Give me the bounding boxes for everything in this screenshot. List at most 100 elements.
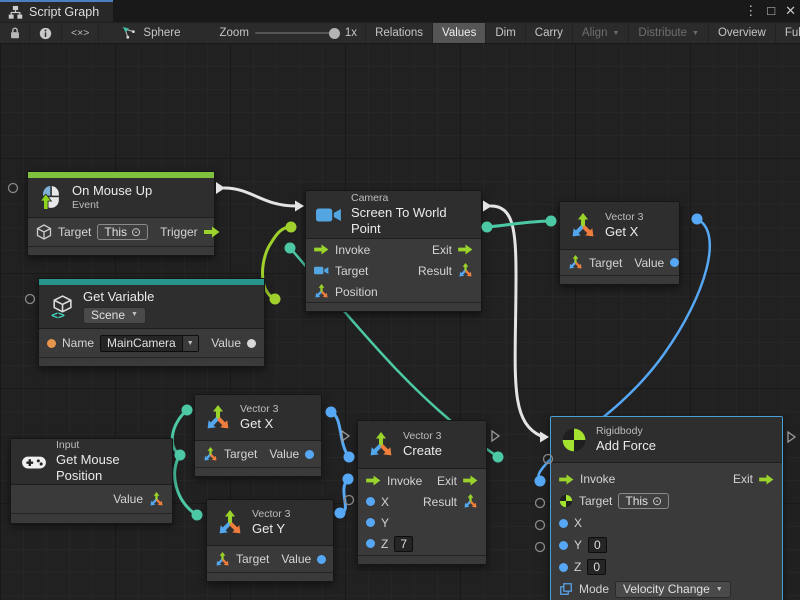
- z-port-dot[interactable]: [559, 563, 568, 572]
- tab-script-graph[interactable]: Script Graph: [0, 0, 113, 22]
- zoom-slider[interactable]: [255, 32, 339, 34]
- target-port-label[interactable]: Target: [335, 264, 368, 278]
- value-port-label[interactable]: Value: [211, 336, 241, 350]
- z-port-label[interactable]: Z: [381, 537, 388, 551]
- kind-value: Scene: [91, 308, 125, 323]
- node-vector3-create[interactable]: Vector 3 Create Invoke Exit X Result: [357, 420, 487, 565]
- zoom-slider-handle[interactable]: [329, 28, 340, 39]
- wire-variable-to-camera-target[interactable]: [263, 227, 292, 299]
- node-get-mouse-position[interactable]: Input Get Mouse Position Value: [10, 438, 173, 524]
- dropdown-button[interactable]: ▼: [182, 336, 198, 351]
- value-port-label[interactable]: Value: [634, 256, 664, 270]
- wire-gety-to-create-y[interactable]: [340, 479, 348, 513]
- node-vector3-get-x-top[interactable]: Vector 3 Get X Target Value: [559, 201, 680, 285]
- name-port-dot[interactable]: [47, 339, 56, 348]
- result-port-label[interactable]: Result: [418, 264, 452, 278]
- carry-button[interactable]: Carry: [526, 23, 573, 43]
- code-view-button[interactable]: <×>: [62, 23, 99, 43]
- wire-exit-to-addforce-invoke[interactable]: [491, 206, 541, 436]
- relations-button[interactable]: Relations: [365, 23, 433, 43]
- wire-mouse-to-getx-target[interactable]: [172, 410, 187, 455]
- graph-toolbar: <×> Sphere Zoom 1x Relations Values Dim …: [0, 22, 800, 43]
- node-title: Get X: [605, 224, 644, 240]
- wire-camera-result-to-getx-target[interactable]: [487, 221, 551, 227]
- mode-port-label[interactable]: Mode: [579, 582, 609, 596]
- flow-arrow-icon: [314, 244, 329, 255]
- value-port-label[interactable]: Value: [269, 447, 299, 461]
- wire-getxmid-to-create-x[interactable]: [331, 412, 349, 457]
- wire-trigger-to-invoke[interactable]: [224, 188, 296, 206]
- x-port-label[interactable]: X: [381, 495, 389, 509]
- y-value-field[interactable]: 0: [588, 537, 607, 553]
- y-port-label[interactable]: Y: [381, 516, 389, 530]
- y-port-label[interactable]: Y: [574, 538, 582, 552]
- y-port-dot[interactable]: [559, 541, 568, 550]
- window-controls: ⋮ □ ✕: [744, 0, 796, 22]
- exit-port-label[interactable]: Exit: [437, 474, 457, 488]
- position-port-label[interactable]: Position: [335, 285, 378, 299]
- close-icon[interactable]: ✕: [785, 0, 796, 22]
- node-screen-to-world-point[interactable]: Camera Screen To World Point Invoke Exit…: [305, 190, 482, 312]
- target-port-label[interactable]: Target: [236, 552, 269, 566]
- unity-visual-scripting-window: Script Graph ⋮ □ ✕ <×> Sphere Zoom 1x: [0, 0, 800, 600]
- mode-dropdown[interactable]: Velocity Change▼: [615, 581, 731, 598]
- target-port-label[interactable]: Target: [579, 494, 612, 508]
- distribute-button[interactable]: Distribute▼: [629, 23, 709, 43]
- node-footer: [207, 572, 333, 581]
- graph-canvas[interactable]: On Mouse Up Event Target This⊙ Trigger: [0, 43, 800, 600]
- vector3-icon: [568, 255, 583, 270]
- node-vector3-get-y[interactable]: Vector 3 Get Y Target Value: [206, 499, 334, 582]
- exit-port-label[interactable]: Exit: [432, 243, 452, 257]
- chevron-down-icon: ▼: [612, 30, 619, 37]
- info-button[interactable]: [30, 23, 62, 43]
- target-this-chip[interactable]: This⊙: [97, 224, 148, 240]
- chevron-down-icon: ▼: [187, 340, 194, 347]
- z-port-dot[interactable]: [366, 539, 375, 548]
- z-port-label[interactable]: Z: [574, 560, 581, 574]
- invoke-port-label[interactable]: Invoke: [580, 472, 615, 486]
- node-on-mouse-up[interactable]: On Mouse Up Event Target This⊙ Trigger: [27, 171, 215, 256]
- node-get-variable[interactable]: Get Variable Scene▼ Name MainCamera ▼ Va…: [38, 278, 265, 367]
- z-value-field[interactable]: 7: [394, 536, 413, 552]
- full-screen-button[interactable]: Full Screen: [776, 23, 800, 43]
- align-button[interactable]: Align▼: [573, 23, 630, 43]
- invoke-port-label[interactable]: Invoke: [387, 474, 422, 488]
- vector3-icon: [215, 552, 230, 567]
- value-port-dot[interactable]: [670, 258, 679, 267]
- target-port-label[interactable]: Target: [224, 447, 257, 461]
- value-port-dot[interactable]: [247, 339, 256, 348]
- dim-button[interactable]: Dim: [486, 23, 525, 43]
- lock-button[interactable]: [0, 23, 30, 43]
- overview-button[interactable]: Overview: [709, 23, 776, 43]
- self-target-icon: ⊙: [131, 225, 141, 239]
- values-button[interactable]: Values: [433, 23, 486, 43]
- variable-kind-dropdown[interactable]: Scene▼: [83, 307, 146, 324]
- result-port-label[interactable]: Result: [423, 495, 457, 509]
- vector3-icon: [458, 263, 473, 278]
- variable-name-dropdown[interactable]: MainCamera ▼: [100, 335, 199, 352]
- node-vector3-get-x[interactable]: Vector 3 Get X Target Value: [194, 394, 322, 477]
- node-header: Vector 3 Get Y: [207, 500, 333, 546]
- value-port-dot[interactable]: [305, 450, 314, 459]
- value-port-dot[interactable]: [317, 555, 326, 564]
- target-this-chip[interactable]: This⊙: [618, 493, 669, 509]
- target-port-label[interactable]: Target: [589, 256, 622, 270]
- maximize-icon[interactable]: □: [767, 0, 775, 22]
- invoke-port-label[interactable]: Invoke: [335, 243, 370, 257]
- trigger-port-label[interactable]: Trigger: [160, 225, 198, 239]
- value-port-label[interactable]: Value: [281, 552, 311, 566]
- y-port-dot[interactable]: [366, 518, 375, 527]
- node-add-force[interactable]: Rigidbody Add Force Invoke Exit Target T…: [550, 416, 783, 600]
- graph-breadcrumb[interactable]: Sphere: [113, 23, 189, 43]
- x-port-label[interactable]: X: [574, 516, 582, 530]
- kebab-menu-icon[interactable]: ⋮: [744, 0, 757, 22]
- exit-port-label[interactable]: Exit: [733, 472, 753, 486]
- x-port-dot[interactable]: [559, 519, 568, 528]
- value-port-label[interactable]: Value: [113, 492, 143, 506]
- x-port-dot[interactable]: [366, 497, 375, 506]
- zoom-label: Zoom: [220, 27, 249, 39]
- name-port-label[interactable]: Name: [62, 336, 94, 350]
- flow-arrow-icon: [366, 475, 381, 486]
- z-value-field[interactable]: 0: [587, 559, 606, 575]
- target-port-label[interactable]: Target: [58, 225, 91, 239]
